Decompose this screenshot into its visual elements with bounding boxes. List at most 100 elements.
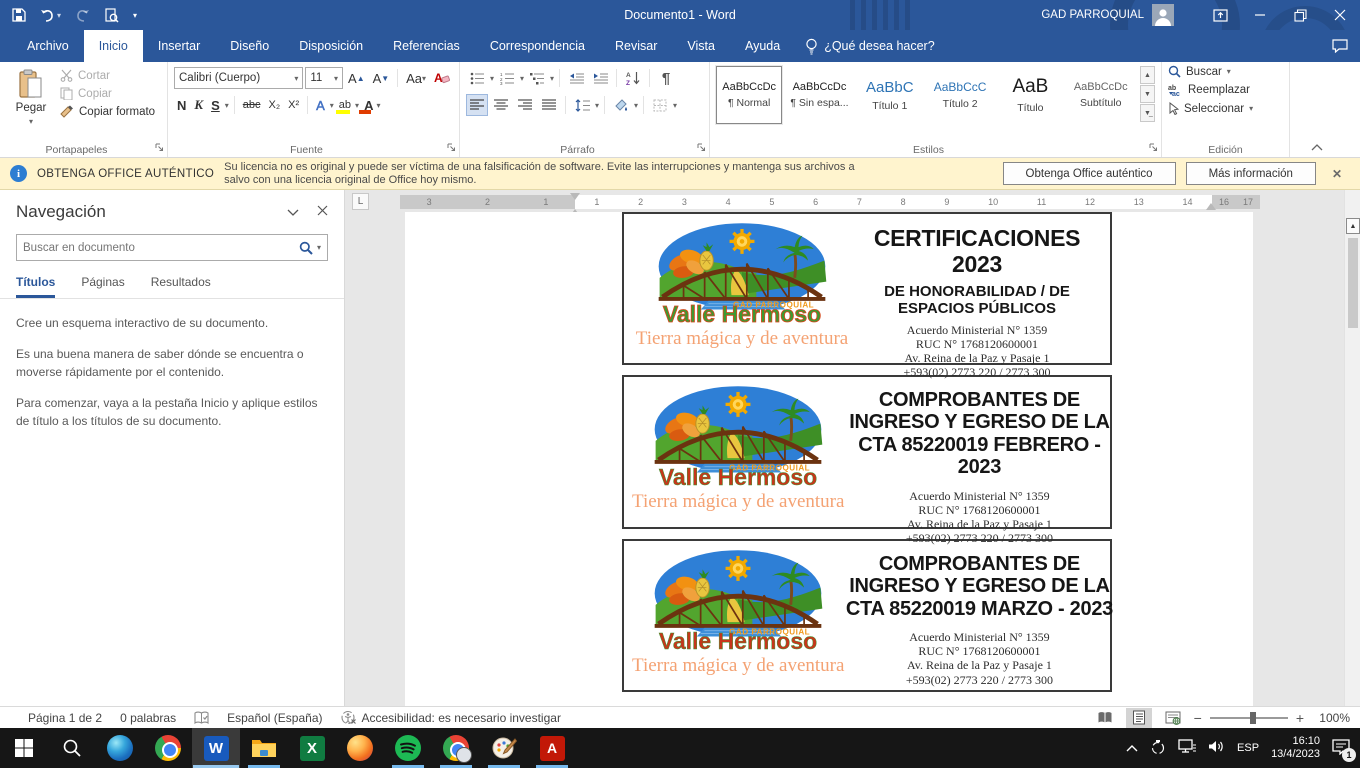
text-effects-button[interactable]: A	[313, 94, 328, 116]
read-mode-view-icon[interactable]	[1092, 708, 1118, 728]
tab-diseno[interactable]: Diseño	[215, 30, 284, 62]
align-center-button[interactable]	[490, 94, 512, 116]
styles-scroll-down-icon[interactable]: ▼	[1140, 85, 1155, 103]
align-left-button[interactable]	[466, 94, 488, 116]
highlight-caret-icon[interactable]: ▾	[355, 101, 359, 110]
tab-correspondencia[interactable]: Correspondencia	[475, 30, 600, 62]
document-page[interactable]: GAD PARROQUIAL Valle Hermoso Tierra mági…	[405, 212, 1253, 706]
taskbar-acrobat-icon[interactable]: A	[528, 728, 576, 768]
style-sin-espaciado[interactable]: AaBbCcDc¶ Sin espa...	[786, 66, 852, 124]
language-switcher[interactable]: ESP	[1237, 742, 1259, 754]
style-subtitulo[interactable]: AaBbCcDcSubtítulo	[1068, 66, 1134, 124]
restore-button[interactable]	[1280, 0, 1320, 30]
navigation-options-chevron-icon[interactable]	[287, 205, 299, 219]
sort-button[interactable]: AZ	[622, 67, 644, 89]
nav-tab-paginas[interactable]: Páginas	[81, 275, 124, 298]
show-hidden-icons-chevron[interactable]	[1126, 741, 1138, 755]
taskbar-paint-icon[interactable]	[480, 728, 528, 768]
zoom-in-icon[interactable]: +	[1296, 710, 1304, 726]
tab-selector[interactable]: L	[352, 193, 369, 210]
italic-button[interactable]: K	[191, 94, 206, 116]
undo-button[interactable]: ▾	[40, 9, 61, 22]
save-icon[interactable]	[12, 8, 26, 22]
avatar[interactable]	[1152, 4, 1174, 26]
get-genuine-office-button[interactable]: Obtenga Office auténtico	[1003, 162, 1176, 185]
style-titulo-1[interactable]: AaBbCTítulo 1	[857, 66, 923, 124]
taskbar-file-explorer-icon[interactable]	[240, 728, 288, 768]
proofing-icon[interactable]	[194, 711, 209, 725]
fuente-dialog-launcher[interactable]	[447, 141, 456, 155]
style-normal[interactable]: AaBbCcDc¶ Normal	[716, 66, 782, 124]
taskbar-excel-icon[interactable]: X	[288, 728, 336, 768]
format-painter-button[interactable]: Copiar formato	[60, 105, 155, 118]
customize-qat-icon[interactable]: ▾	[133, 11, 137, 20]
label-box-febrero[interactable]: GAD PARROQUIAL Valle Hermoso Tierra mági…	[622, 375, 1112, 529]
subscript-button[interactable]: X₂	[266, 94, 284, 116]
nav-tab-titulos[interactable]: Títulos	[16, 275, 55, 298]
close-warning-icon[interactable]: ✕	[1332, 167, 1342, 181]
zoom-thumb[interactable]	[1250, 712, 1256, 724]
tab-ayuda[interactable]: Ayuda	[730, 30, 795, 62]
zoom-percentage[interactable]: 100%	[1312, 711, 1350, 725]
tab-vista[interactable]: Vista	[672, 30, 730, 62]
shading-button[interactable]	[610, 94, 632, 116]
styles-scroll-up-icon[interactable]: ▲	[1140, 66, 1155, 84]
zoom-out-icon[interactable]: −	[1194, 710, 1202, 726]
strikethrough-button[interactable]: abc	[240, 94, 264, 116]
highlight-button[interactable]: ab	[336, 94, 353, 116]
language-indicator[interactable]: Español (España)	[227, 711, 322, 725]
zoom-track[interactable]	[1210, 717, 1288, 719]
numbered-list-button[interactable]: 123	[496, 67, 518, 89]
estilos-dialog-launcher[interactable]	[1149, 141, 1158, 155]
font-color-caret-icon[interactable]: ▾	[376, 101, 380, 110]
vertical-scrollbar[interactable]: ▲	[1344, 190, 1360, 706]
tray-sync-icon[interactable]	[1150, 739, 1166, 758]
paste-button[interactable]: Pegar ▾	[6, 67, 56, 140]
justify-button[interactable]	[538, 94, 560, 116]
taskbar-chrome-profile-icon[interactable]	[432, 728, 480, 768]
clear-formatting-button[interactable]: A	[431, 67, 453, 89]
borders-button[interactable]	[649, 94, 671, 116]
collapse-ribbon-icon[interactable]	[1290, 62, 1344, 157]
close-button[interactable]	[1320, 0, 1360, 30]
replace-button[interactable]: abac Reemplazar	[1168, 84, 1283, 96]
first-line-indent-marker[interactable]	[570, 193, 580, 200]
right-indent-marker[interactable]	[1206, 203, 1216, 210]
print-preview-icon[interactable]	[104, 8, 119, 23]
print-layout-view-icon[interactable]	[1126, 708, 1152, 728]
multilevel-list-button[interactable]	[526, 67, 548, 89]
select-button[interactable]: Seleccionar▾	[1168, 102, 1283, 115]
superscript-button[interactable]: X²	[285, 94, 302, 116]
label-box-marzo[interactable]: GAD PARROQUIAL Valle Hermoso Tierra mági…	[622, 539, 1112, 692]
styles-gallery-more-icon[interactable]: ▼̲	[1140, 104, 1155, 122]
change-case-button[interactable]: Aa▾	[403, 67, 429, 89]
bullet-list-button[interactable]	[466, 67, 488, 89]
taskbar-edge-icon[interactable]	[96, 728, 144, 768]
web-layout-view-icon[interactable]	[1160, 708, 1186, 728]
action-center-button[interactable]: 1	[1332, 739, 1350, 758]
find-button[interactable]: Buscar▾	[1168, 65, 1283, 78]
show-marks-button[interactable]: ¶	[655, 67, 677, 89]
font-color-button[interactable]: A	[361, 94, 374, 116]
horizontal-ruler[interactable]: 321 1234567891011121314 1617	[400, 195, 1260, 209]
tell-me-box[interactable]: ¿Qué desea hacer?	[795, 30, 945, 62]
volume-icon[interactable]	[1208, 739, 1225, 757]
taskbar-spotify-icon[interactable]	[384, 728, 432, 768]
ribbon-display-options-button[interactable]	[1200, 0, 1240, 30]
tab-insertar[interactable]: Insertar	[143, 30, 215, 62]
more-info-button[interactable]: Más información	[1186, 162, 1316, 185]
taskbar-chrome-icon[interactable]	[144, 728, 192, 768]
taskbar-word-icon[interactable]: W	[192, 728, 240, 768]
undo-caret-icon[interactable]: ▾	[57, 11, 61, 20]
document-search-box[interactable]: ▾	[16, 234, 328, 261]
word-count[interactable]: 0 palabras	[120, 711, 176, 725]
taskbar-search-button[interactable]	[48, 728, 96, 768]
tab-referencias[interactable]: Referencias	[378, 30, 475, 62]
search-options-caret-icon[interactable]: ▾	[317, 243, 321, 252]
tab-archivo[interactable]: Archivo	[12, 30, 84, 62]
tab-inicio[interactable]: Inicio	[84, 30, 143, 62]
style-titulo[interactable]: AaBTítulo	[997, 66, 1063, 124]
scroll-up-icon[interactable]: ▲	[1346, 218, 1360, 234]
style-titulo-2[interactable]: AaBbCcCTítulo 2	[927, 66, 993, 124]
underline-caret-icon[interactable]: ▾	[225, 101, 229, 110]
